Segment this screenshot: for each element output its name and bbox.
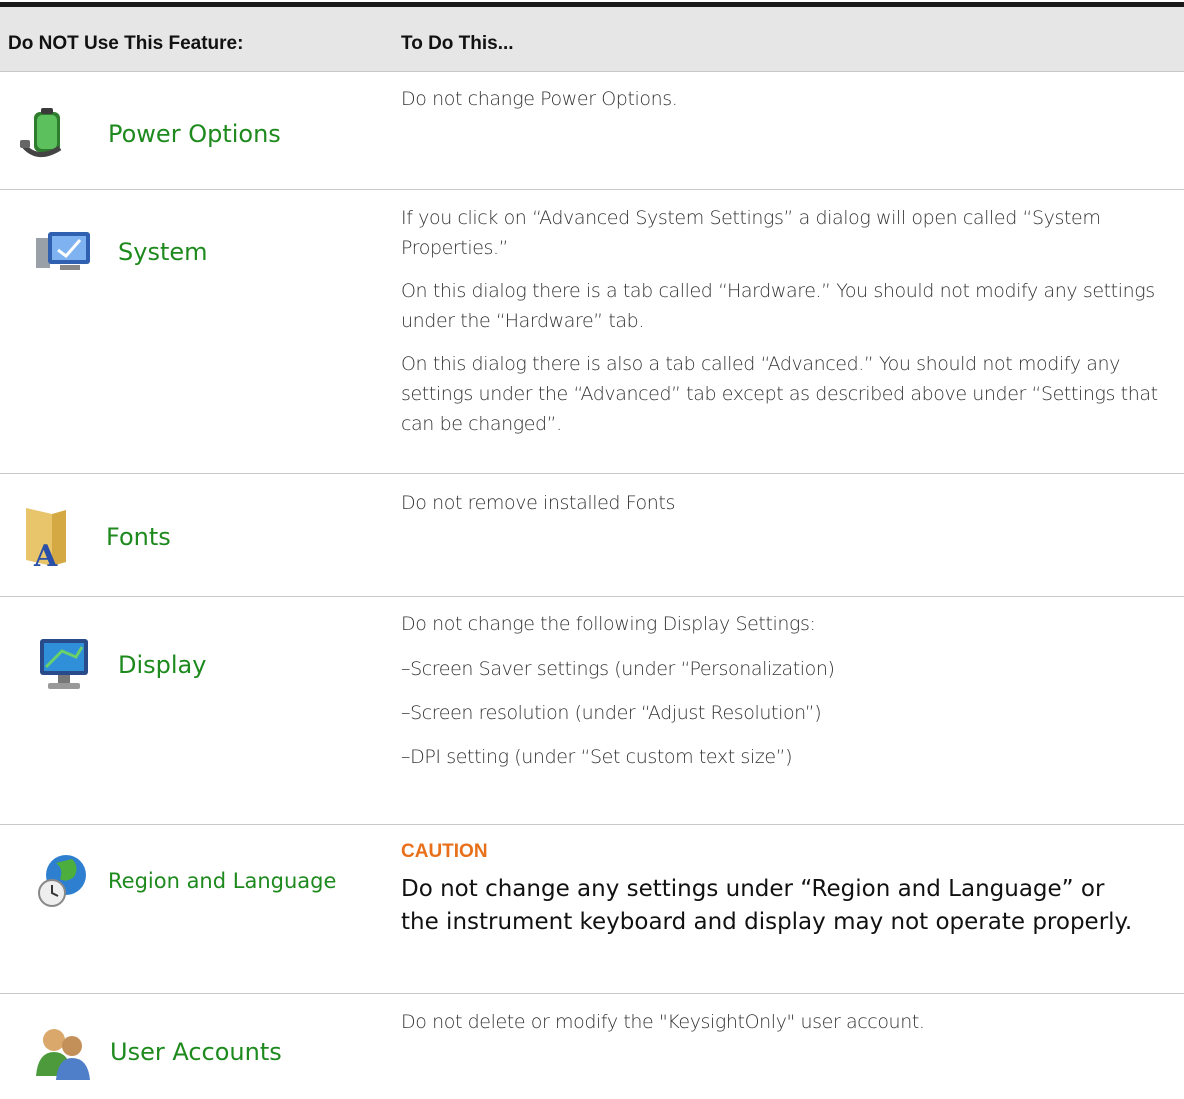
svg-text:A: A <box>33 539 58 570</box>
users-icon <box>36 1029 90 1080</box>
system-link[interactable]: System <box>36 230 208 274</box>
globe-clock-icon <box>38 855 86 907</box>
description: Do not delete or modify the "KeysightOnl… <box>401 1007 1164 1050</box>
description-line: Do not change Power Options. <box>401 88 678 110</box>
fonts-folder-icon: A <box>26 508 66 570</box>
feature-label: Fonts <box>106 523 171 551</box>
description-line: –Screen Saver settings (under “Personali… <box>401 658 835 680</box>
table-header: Do NOT Use This Feature: To Do This... <box>0 7 1184 72</box>
table-row: System If you click on “Advanced System … <box>0 190 1184 474</box>
monitor-icon <box>40 639 88 689</box>
table-row: A Fonts Do not remove installed Fonts <box>0 474 1184 597</box>
description-line: –DPI setting (under “Set custom text siz… <box>401 746 793 768</box>
description-line: Do not delete or modify the "KeysightOnl… <box>401 1011 925 1033</box>
display-link[interactable]: Display <box>36 637 206 693</box>
feature-label: User Accounts <box>110 1038 282 1066</box>
feature-label: Display <box>118 651 207 679</box>
caution-title: CAUTION <box>401 841 488 862</box>
battery-plug-icon <box>20 108 62 157</box>
description-line: –Screen resolution (under “Adjust Resolu… <box>401 702 822 724</box>
region-and-language-link[interactable]: Region and Language <box>36 853 336 909</box>
fonts-link[interactable]: A Fonts <box>22 504 171 570</box>
description-line: If you click on “Advanced System Setting… <box>401 207 1101 259</box>
description-line: Do not remove installed Fonts <box>401 492 675 514</box>
table-row: Power Options Do not change Power Option… <box>0 72 1184 190</box>
description: Do not remove installed Fonts <box>401 488 1164 531</box>
power-options-link[interactable]: Power Options <box>20 104 281 164</box>
feature-label: Region and Language <box>108 869 337 893</box>
feature-label: Power Options <box>108 120 281 148</box>
header-action: To Do This... <box>401 33 514 54</box>
description-line: Do not change the following Display Sett… <box>401 613 816 635</box>
feature-label: System <box>118 238 208 266</box>
computer-system-icon <box>36 232 90 270</box>
table-row: Region and Language CAUTION Do not chang… <box>0 825 1184 994</box>
table-row: User Accounts Do not delete or modify th… <box>0 994 1184 1099</box>
table-row: Display Do not change the following Disp… <box>0 597 1184 825</box>
description-line: On this dialog there is a tab called “Ha… <box>401 280 1155 332</box>
user-accounts-link[interactable]: User Accounts <box>34 1024 282 1080</box>
description: If you click on “Advanced System Setting… <box>401 203 1164 452</box>
description-line: On this dialog there is also a tab calle… <box>401 353 1158 435</box>
description: Do not change Power Options. <box>401 84 1164 127</box>
caution-text: Do not change any settings under “Region… <box>401 876 1133 935</box>
header-feature: Do NOT Use This Feature: <box>8 33 244 54</box>
description: Do not change the following Display Sett… <box>401 609 1164 785</box>
